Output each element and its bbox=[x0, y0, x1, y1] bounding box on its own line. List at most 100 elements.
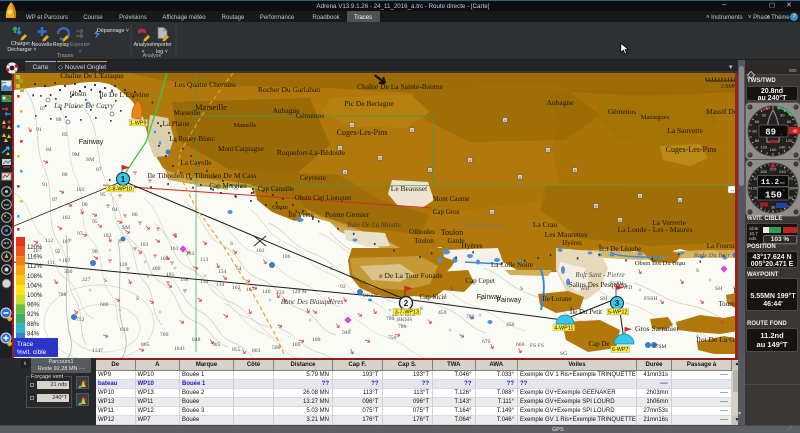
svg-text:300: 300 bbox=[789, 186, 796, 191]
svg-text:Roadbook: Roadbook bbox=[312, 15, 340, 21]
svg-text:.: . bbox=[781, 131, 782, 137]
svg-text:Fairway: Fairway bbox=[497, 297, 522, 304]
svg-text:S: S bbox=[696, 268, 699, 274]
svg-text:9M: 9M bbox=[72, 152, 80, 158]
svg-text:660: 660 bbox=[516, 342, 525, 348]
svg-text:85: 85 bbox=[62, 132, 68, 138]
svg-text:Chaîne De La Sainte-Baume: Chaîne De La Sainte-Baume bbox=[357, 82, 444, 91]
svg-text:Obstn Cap Lionquet: Obstn Cap Lionquet bbox=[295, 194, 352, 202]
svg-text:400: 400 bbox=[152, 266, 161, 272]
svg-text:Les Quatre Chemins: Les Quatre Chemins bbox=[174, 80, 236, 89]
svg-text:103: 103 bbox=[256, 248, 265, 254]
svg-text:H: H bbox=[547, 149, 550, 153]
svg-text:SH: SH bbox=[715, 286, 722, 292]
svg-text:La Fournis: La Fournis bbox=[707, 242, 735, 250]
svg-text:648: 648 bbox=[192, 337, 201, 343]
svg-text:107: 107 bbox=[62, 239, 71, 245]
svg-text:Importer: Importer bbox=[152, 42, 172, 48]
svg-text:111: 111 bbox=[47, 260, 55, 266]
svg-text:104%: 104% bbox=[27, 283, 43, 289]
svg-text:780: 780 bbox=[398, 324, 407, 330]
svg-text:108%: 108% bbox=[27, 274, 43, 280]
svg-text:Îlot De La Ga: Îlot De La Ga bbox=[696, 334, 735, 344]
svg-text:128: 128 bbox=[119, 262, 128, 268]
svg-text:54: 54 bbox=[236, 266, 242, 272]
svg-text:Mont Caume: Mont Caume bbox=[433, 195, 470, 203]
svg-text:106: 106 bbox=[160, 256, 169, 262]
svg-text:240: 240 bbox=[779, 169, 786, 174]
svg-text:103: 103 bbox=[62, 215, 71, 221]
svg-text:96%: 96% bbox=[27, 303, 40, 309]
svg-text:450: 450 bbox=[438, 310, 447, 316]
svg-text:Hyères: Hyères bbox=[562, 239, 582, 247]
svg-text:107: 107 bbox=[62, 258, 71, 264]
svg-text:3: 3 bbox=[615, 299, 620, 308]
svg-text:Les Maurettes: Les Maurettes bbox=[545, 230, 588, 239]
svg-text:4-WP11: 4-WP11 bbox=[554, 326, 573, 332]
svg-text:Rocher Du Garlaban: Rocher Du Garlaban bbox=[258, 85, 320, 94]
svg-text:112: 112 bbox=[45, 238, 53, 244]
svg-text:100%: 100% bbox=[27, 293, 43, 299]
svg-text:Gémenos: Gémenos bbox=[608, 107, 636, 116]
svg-text:Fairway: Fairway bbox=[79, 139, 104, 146]
svg-text:803: 803 bbox=[252, 348, 261, 354]
svg-text:60: 60 bbox=[787, 119, 792, 124]
svg-text:H: H bbox=[574, 169, 577, 173]
svg-text:Baie De La Moutte: Baie De La Moutte bbox=[347, 221, 400, 229]
svg-text:140: 140 bbox=[779, 145, 786, 150]
svg-text:Île Lorane: Île Lorane bbox=[543, 295, 572, 303]
svg-text:103: 103 bbox=[140, 242, 149, 248]
svg-text:2.5MN: 2.5MN bbox=[721, 84, 735, 90]
svg-text:120%: 120% bbox=[27, 245, 43, 251]
svg-text:Gros Sarranier: Gros Sarranier bbox=[635, 324, 679, 333]
svg-text:146: 146 bbox=[262, 289, 271, 295]
svg-text:H: H bbox=[519, 176, 522, 180]
svg-text:La Colle Noire: La Colle Noire bbox=[491, 261, 533, 269]
svg-text:134: 134 bbox=[216, 282, 225, 288]
svg-text:La Plaine: La Plaine bbox=[163, 120, 190, 128]
svg-text:S: S bbox=[450, 286, 453, 292]
svg-text:84: 84 bbox=[112, 207, 118, 213]
svg-text:103: 103 bbox=[76, 187, 85, 193]
svg-text:60: 60 bbox=[755, 119, 760, 124]
svg-text:Roquefort-La-Bédoule: Roquefort-La-Bédoule bbox=[277, 148, 346, 157]
svg-text:708: 708 bbox=[58, 292, 67, 298]
svg-text:Replay: Replay bbox=[53, 42, 70, 48]
svg-text:106: 106 bbox=[282, 254, 291, 260]
svg-text:Mamelle: Mamelle bbox=[233, 122, 256, 129]
svg-text:Analyse: Analyse bbox=[143, 53, 162, 59]
svg-text:30: 30 bbox=[762, 113, 767, 118]
svg-text:89: 89 bbox=[765, 128, 776, 138]
svg-text:Île Du Petit: Île Du Petit bbox=[570, 308, 602, 316]
svg-text:1641: 1641 bbox=[174, 346, 185, 352]
svg-text:30: 30 bbox=[771, 205, 776, 210]
svg-text:112%: 112% bbox=[27, 264, 43, 270]
svg-text:94: 94 bbox=[360, 280, 366, 286]
svg-text:%vit. cible: %vit. cible bbox=[17, 349, 47, 356]
svg-text:Dépannage ˅: Dépannage ˅ bbox=[97, 28, 129, 34]
svg-text:90: 90 bbox=[82, 202, 88, 208]
svg-text:Pic De Bertagne: Pic De Bertagne bbox=[344, 99, 394, 108]
svg-text:84: 84 bbox=[46, 147, 52, 153]
svg-text:100: 100 bbox=[312, 337, 321, 343]
svg-text:S: S bbox=[520, 286, 523, 292]
svg-text:87: 87 bbox=[96, 167, 102, 173]
svg-text:Mazargues: Mazargues bbox=[641, 114, 670, 121]
svg-text:H: H bbox=[491, 211, 494, 215]
svg-text:Cap Cepet: Cap Cepet bbox=[465, 277, 494, 285]
svg-text:La Sauvette: La Sauvette bbox=[667, 126, 703, 135]
svg-text:750: 750 bbox=[388, 335, 397, 341]
svg-text:Roft Sant - Pierre: Roft Sant - Pierre bbox=[574, 271, 624, 279]
svg-text:855: 855 bbox=[232, 347, 241, 353]
svg-text:2-8-WP10: 2-8-WP10 bbox=[108, 187, 132, 193]
svg-text:Massif Des: Massif Des bbox=[706, 107, 735, 116]
svg-text:670: 670 bbox=[482, 339, 491, 345]
svg-text:90: 90 bbox=[92, 249, 98, 255]
svg-text:Ceyreste: Ceyreste bbox=[300, 173, 327, 182]
svg-text:160: 160 bbox=[770, 147, 777, 152]
svg-text:Îlot De Léoube: Îlot De Léoube bbox=[599, 245, 641, 253]
svg-text:116%: 116% bbox=[27, 255, 43, 261]
svg-text:e De La Tour Fonade: e De La Tour Fonade bbox=[379, 271, 443, 280]
svg-text:95: 95 bbox=[92, 219, 98, 225]
svg-text:93: 93 bbox=[340, 284, 346, 290]
